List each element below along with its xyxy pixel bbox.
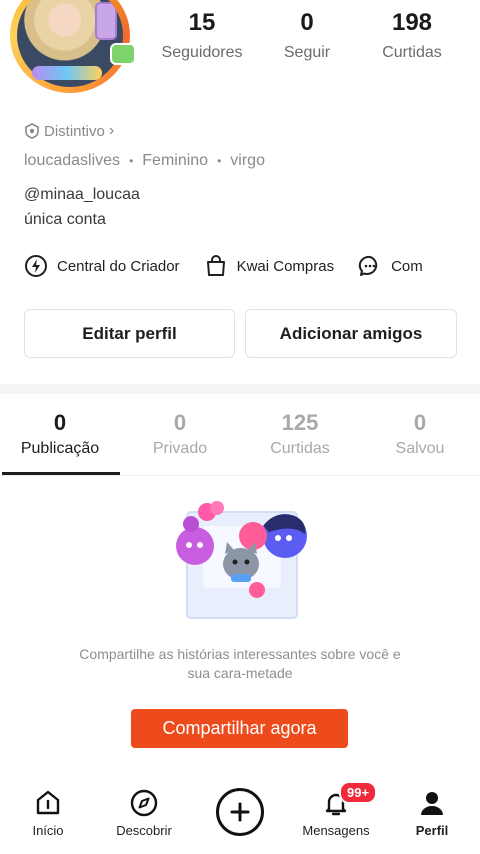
content-tabs: 0 Publicação 0 Privado 125 Curtidas 0 Sa… — [0, 408, 480, 476]
tab-saved[interactable]: 0 Salvou — [360, 408, 480, 476]
tabs-divider — [0, 475, 480, 476]
empty-state-message: Compartilhe as histórias interessantes s… — [40, 645, 440, 683]
tab-label: Curtidas — [270, 440, 330, 457]
empty-state-line: sua cara-metade — [187, 665, 293, 681]
shortcut-kwai-shop[interactable]: Kwai Compras — [204, 254, 335, 278]
shortcut-label: Central do Criador — [57, 257, 180, 275]
tag-item: loucadaslives — [24, 152, 121, 169]
profile-stats: 15 Seguidores 0 Seguir 198 Curtidas — [150, 8, 464, 62]
shortcut-bar: Central do Criador Kwai Compras Com — [24, 254, 480, 278]
edit-profile-button[interactable]: Editar perfil — [24, 309, 235, 358]
section-divider — [0, 384, 480, 394]
bottom-navigation: Início Descobrir 99+ Mensagens Perfil — [0, 778, 480, 854]
tab-label: Publicação — [20, 440, 100, 457]
camera-sticker-icon — [110, 43, 136, 65]
nav-profile[interactable]: Perfil — [384, 778, 480, 854]
add-friends-button[interactable]: Adicionar amigos — [245, 309, 457, 358]
nav-create[interactable] — [192, 778, 288, 854]
empty-state-line: Compartilhe as histórias interessantes s… — [79, 646, 401, 662]
create-button[interactable] — [216, 788, 264, 836]
nav-label: Início — [32, 823, 64, 838]
nav-label: Mensagens — [302, 823, 370, 838]
nav-label: Descobrir — [116, 823, 172, 838]
tab-private[interactable]: 0 Privado — [120, 408, 240, 476]
profile-tags: loucadaslives • Feminino • virgo — [24, 152, 265, 170]
badge-link[interactable]: Distintivo › — [24, 122, 114, 140]
tab-likes[interactable]: 125 Curtidas — [240, 408, 360, 476]
nav-label: Perfil — [415, 823, 449, 838]
compass-icon — [130, 789, 158, 817]
badge-label: Distintivo — [44, 122, 105, 140]
chevron-right-icon: › — [108, 122, 115, 139]
profile-handle: @minaa_loucaa — [24, 186, 140, 203]
shortcut-creator-center[interactable]: Central do Criador — [24, 254, 180, 278]
stat-following[interactable]: 0 Seguir — [255, 8, 359, 62]
notification-badge: 99+ — [339, 781, 378, 804]
nav-home[interactable]: Início — [0, 778, 96, 854]
tag-item: Feminino — [142, 152, 209, 169]
plus-icon — [230, 802, 250, 822]
shortcut-label: Com — [391, 257, 423, 275]
shortcut-label: Kwai Compras — [236, 257, 335, 275]
profile-icon — [421, 792, 443, 815]
stat-label: Seguidores — [161, 44, 243, 61]
chat-bubble-icon — [358, 255, 378, 276]
separator-dot: • — [217, 154, 222, 168]
tab-count: 0 — [173, 410, 187, 435]
avatar-frame-decoration — [32, 66, 102, 80]
empty-state-illustration — [176, 501, 307, 619]
stat-followers[interactable]: 15 Seguidores — [150, 8, 254, 62]
stat-value: 15 — [188, 9, 216, 36]
tab-posts[interactable]: 0 Publicação — [0, 408, 120, 476]
stat-value: 198 — [391, 9, 433, 36]
tab-count: 125 — [281, 410, 319, 435]
profile-bio: única conta — [24, 211, 106, 228]
home-icon — [36, 790, 60, 815]
nav-messages[interactable]: 99+ Mensagens — [288, 778, 384, 854]
stat-value: 0 — [300, 9, 314, 36]
shopping-bag-icon — [206, 255, 225, 276]
tag-item: virgo — [230, 152, 265, 169]
tab-count: 0 — [53, 410, 67, 435]
avatar[interactable] — [10, 0, 140, 98]
tab-count: 0 — [413, 410, 427, 435]
tab-label: Salvou — [395, 440, 445, 457]
tab-label: Privado — [152, 440, 208, 457]
stat-label: Curtidas — [382, 44, 442, 61]
shortcut-community[interactable]: Com — [358, 254, 423, 278]
stat-label: Seguir — [283, 44, 331, 61]
nav-discover[interactable]: Descobrir — [96, 778, 192, 854]
share-now-button[interactable]: Compartilhar agora — [131, 709, 348, 748]
stat-likes[interactable]: 198 Curtidas — [360, 8, 464, 62]
separator-dot: • — [129, 154, 134, 168]
badge-icon — [25, 123, 39, 139]
bolt-icon — [25, 255, 47, 277]
phone-icon — [95, 2, 117, 40]
